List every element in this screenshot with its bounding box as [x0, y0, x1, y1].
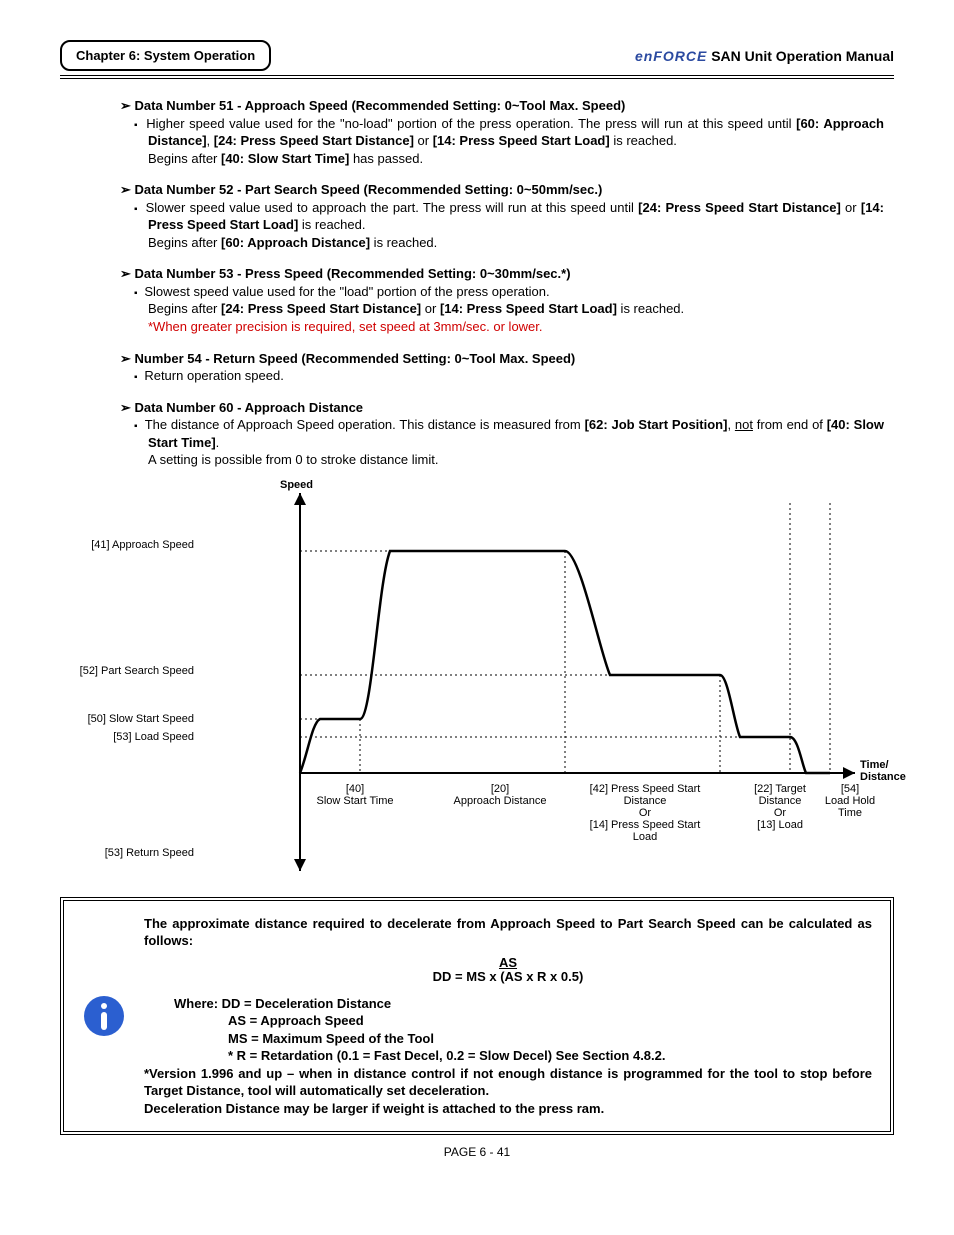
caution-text: The approximate distance required to dec… — [144, 915, 872, 1118]
y-label-partsearch: [52] Part Search Speed — [34, 665, 194, 677]
chapter-tab: Chapter 6: System Operation — [60, 40, 271, 71]
speed-profile-chart: Speed Time/Distance [41] Approach Speed … — [60, 483, 894, 883]
item-52: Data Number 52 - Part Search Speed (Reco… — [120, 181, 884, 251]
header-rule — [60, 75, 894, 79]
item-54: Number 54 - Return Speed (Recommended Se… — [120, 350, 884, 385]
formula: AS DD = MS x (AS x R x 0.5) — [144, 956, 872, 985]
item-heading: Number 54 - Return Speed (Recommended Se… — [120, 351, 575, 366]
item-heading: Data Number 51 - Approach Speed (Recomme… — [120, 98, 625, 113]
y-label-approach: [41] Approach Speed — [34, 539, 194, 551]
item-51: Data Number 51 - Approach Speed (Recomme… — [120, 97, 884, 167]
manual-title: enFORCE SAN Unit Operation Manual — [635, 48, 894, 64]
item-heading: Data Number 52 - Part Search Speed (Reco… — [120, 182, 602, 197]
warning-text: *When greater precision is required, set… — [148, 319, 543, 334]
page-footer: PAGE 6 - 41 — [60, 1145, 894, 1159]
caution-icon — [82, 915, 126, 1118]
brand-logo: enFORCE — [635, 48, 707, 64]
page-header: Chapter 6: System Operation enFORCE SAN … — [60, 40, 894, 71]
y-label-slowstart: [50] Slow Start Speed — [34, 713, 194, 725]
item-60: Data Number 60 - Approach Distance The d… — [120, 399, 884, 469]
body-content: Data Number 51 - Approach Speed (Recomme… — [120, 97, 884, 469]
item-heading: Data Number 60 - Approach Distance — [120, 400, 363, 415]
item-53: Data Number 53 - Press Speed (Recommende… — [120, 265, 884, 335]
y-label-return: [53] Return Speed — [34, 847, 194, 859]
chart-svg — [300, 483, 880, 883]
where-block: Where: DD = Deceleration Distance AS = A… — [174, 995, 872, 1065]
caution-box: The approximate distance required to dec… — [60, 897, 894, 1136]
y-label-loadspeed: [53] Load Speed — [34, 731, 194, 743]
item-heading: Data Number 53 - Press Speed (Recommende… — [120, 266, 571, 281]
